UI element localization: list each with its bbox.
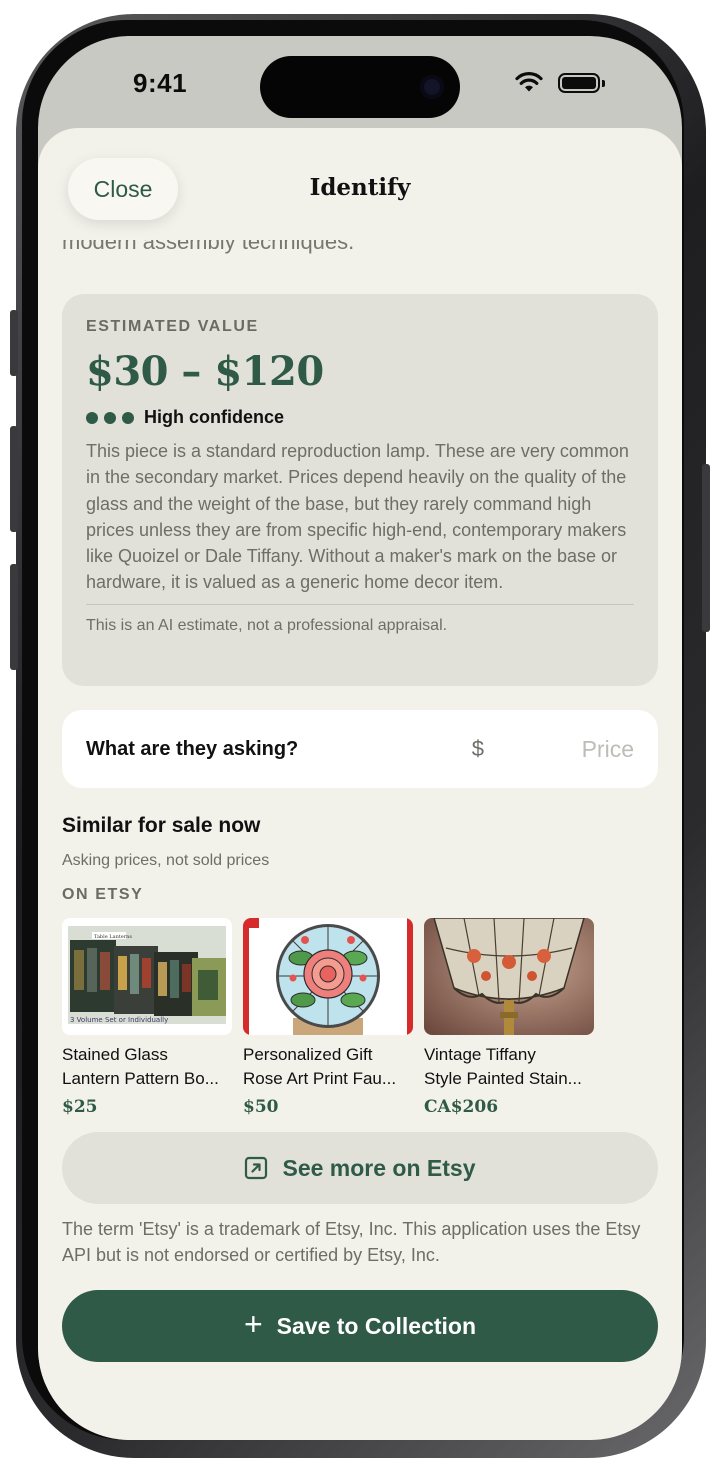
rose-art-image: [243, 918, 413, 1035]
listing-price: $25: [62, 1097, 98, 1117]
volume-down-button: [10, 564, 18, 670]
volume-up-button: [10, 426, 18, 532]
asking-price-row: What are they asking? $: [62, 710, 658, 788]
source-label: ON ETSY: [62, 886, 144, 903]
listing-title-line: Lantern Pattern Bo...: [62, 1069, 219, 1088]
confidence-dot: [104, 411, 116, 424]
etsy-trademark-notice: The term 'Etsy' is a trademark of Etsy, …: [62, 1219, 641, 1265]
status-time: 9:41: [133, 68, 188, 98]
listing-title: Personalized Gift Rose Art Print Fau...: [243, 1043, 413, 1091]
listing-price: $50: [243, 1097, 279, 1117]
listing-price: CA$206: [424, 1097, 499, 1117]
listing-title-line: Vintage Tiffany: [424, 1045, 536, 1064]
status-bar: 9:41: [38, 36, 682, 128]
wifi-icon: [515, 72, 543, 92]
camera-icon: [420, 75, 444, 99]
save-to-collection-label: Save to Collection: [276, 1312, 477, 1339]
pattern-books-image: Table Lanterns 3 Volume Set or Individua…: [62, 918, 232, 1035]
dynamic-island: [260, 56, 460, 118]
listing-title: Stained Glass Lantern Pattern Bo...: [62, 1043, 232, 1091]
confidence-dots: [86, 411, 134, 424]
listing-card[interactable]: Vintage Tiffany Style Painted Stain... C…: [424, 918, 594, 1117]
sheet-header: Close Identify: [38, 128, 682, 248]
estimated-value-card: ESTIMATED VALUE $30 – $120 High confiden…: [62, 294, 658, 686]
confidence-indicator: High confidence: [86, 407, 634, 428]
listing-title-line: Personalized Gift: [243, 1045, 373, 1064]
battery-icon: [558, 73, 605, 93]
estimated-value-label: ESTIMATED VALUE: [86, 318, 259, 335]
action-button: [10, 310, 18, 376]
ai-disclaimer: This is an AI estimate, not a profession…: [86, 616, 448, 634]
tiffany-lamp-image: [424, 918, 594, 1035]
book-caption-text: 3 Volume Set or Individually: [70, 1016, 168, 1024]
divider: [86, 603, 634, 605]
listing-title: Vintage Tiffany Style Painted Stain...: [424, 1043, 594, 1091]
value-description: This piece is a standard reproduction la…: [86, 441, 629, 593]
confidence-text: High confidence: [144, 407, 285, 427]
book-title-text: Table Lanterns: [94, 934, 132, 940]
listing-card[interactable]: Table Lanterns 3 Volume Set or Individua…: [62, 918, 232, 1117]
screen: 9:41 modern assembly techniques. Close I…: [38, 36, 682, 1440]
sheet-title: Identify: [309, 174, 411, 201]
listing-title-line: Rose Art Print Fau...: [243, 1069, 397, 1088]
similar-section-title: Similar for sale now: [62, 814, 261, 837]
listing-title-line: Stained Glass: [62, 1045, 168, 1064]
asking-price-label: What are they asking?: [86, 737, 299, 760]
listing-title-line: Style Painted Stain...: [424, 1069, 582, 1088]
power-button: [702, 464, 710, 632]
see-more-etsy-label: See more on Etsy: [282, 1154, 476, 1181]
plus-icon: +: [243, 1306, 263, 1342]
listing-card[interactable]: Personalized Gift Rose Art Print Fau... …: [243, 918, 413, 1117]
save-to-collection-button[interactable]: + Save to Collection: [62, 1290, 658, 1362]
identify-sheet: modern assembly techniques. Close Identi…: [38, 128, 682, 1440]
confidence-dot: [122, 411, 134, 424]
estimated-value-range: $30 – $120: [86, 348, 324, 395]
similar-section-subtitle: Asking prices, not sold prices: [62, 852, 270, 869]
currency-symbol: $: [471, 736, 484, 761]
external-link-icon: [244, 1156, 268, 1180]
see-more-etsy-button[interactable]: See more on Etsy: [62, 1132, 658, 1204]
confidence-dot: [86, 411, 98, 424]
price-input[interactable]: [564, 735, 634, 763]
